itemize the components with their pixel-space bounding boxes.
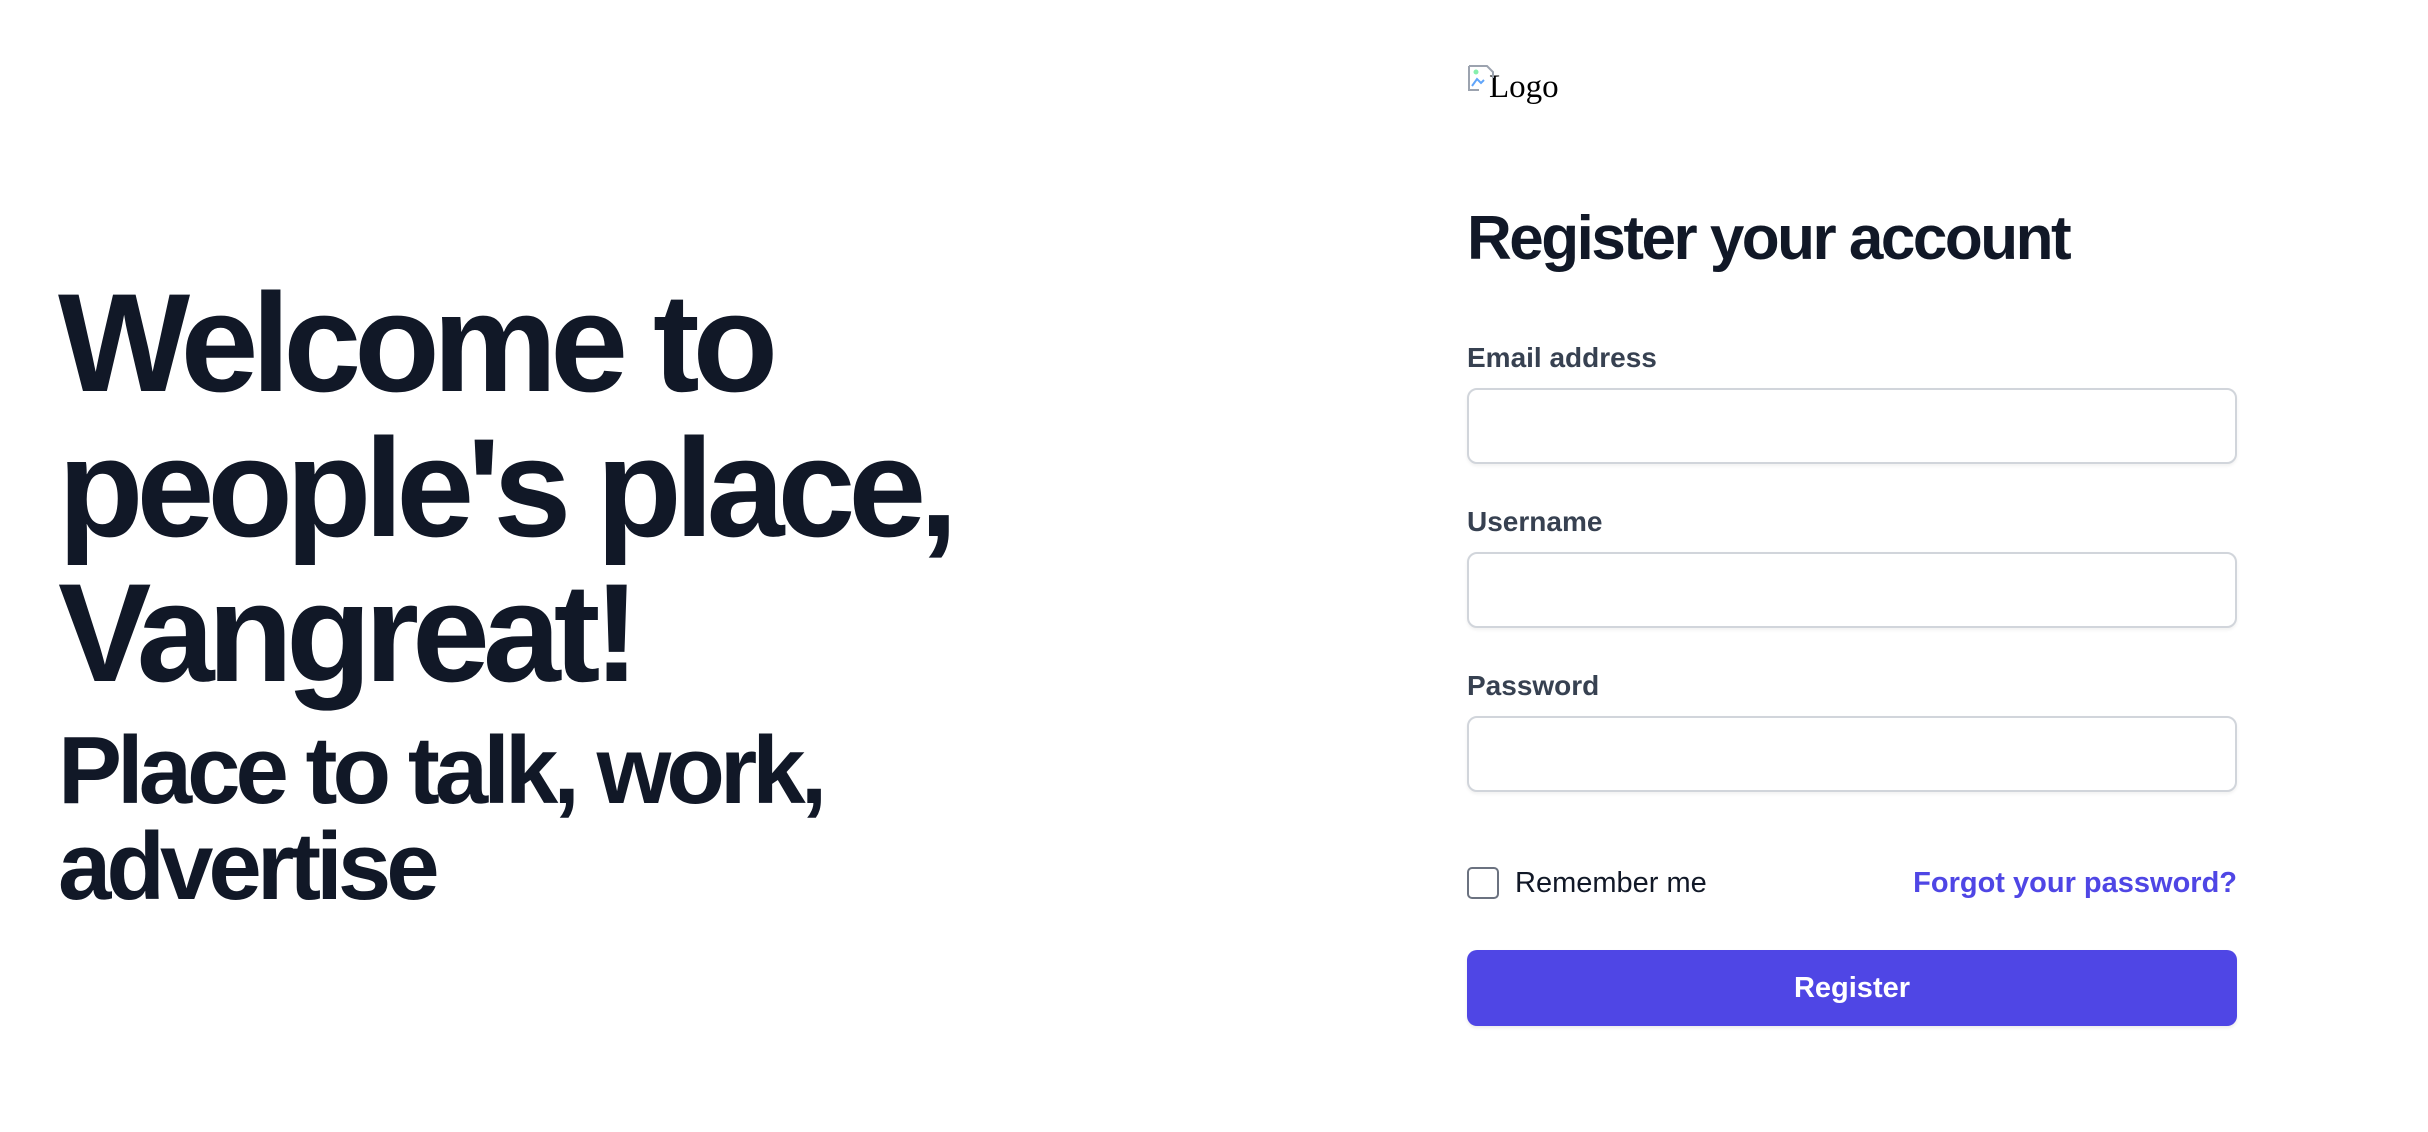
- hero-subtitle: Place to talk, work, advertise: [58, 717, 827, 920]
- register-button[interactable]: Register: [1467, 950, 2237, 1026]
- logo-alt-text: Logo: [1489, 69, 1559, 105]
- form-title: Register your account: [1467, 204, 2072, 273]
- welcome-hero: Welcome to people's place, Vangreat! Pla…: [58, 270, 1158, 915]
- username-field-group: Username: [1467, 506, 2237, 628]
- hero-title: Welcome to people's place, Vangreat!: [58, 264, 958, 711]
- remember-me: Remember me: [1467, 867, 1707, 900]
- email-label: Email address: [1467, 342, 1657, 373]
- username-input[interactable]: [1467, 552, 2237, 628]
- logo: Logo: [1467, 62, 2237, 112]
- password-label: Password: [1467, 670, 1600, 701]
- register-form: Email address Username Password: [1467, 342, 2237, 834]
- username-label: Username: [1467, 506, 1603, 537]
- remember-me-label[interactable]: Remember me: [1515, 867, 1707, 900]
- remember-me-checkbox[interactable]: [1467, 867, 1499, 899]
- register-panel: Logo Register your account Email address…: [1467, 62, 2237, 1026]
- password-input[interactable]: [1467, 716, 2237, 792]
- email-field-group: Email address: [1467, 342, 2237, 464]
- forgot-password-link[interactable]: Forgot your password?: [1913, 867, 2237, 900]
- register-page: Welcome to people's place, Vangreat! Pla…: [0, 0, 2428, 1132]
- form-options: Remember me Forgot your password?: [1467, 864, 2237, 902]
- password-field-group: Password: [1467, 670, 2237, 792]
- broken-image-icon: [1467, 64, 1497, 98]
- email-input[interactable]: [1467, 388, 2237, 464]
